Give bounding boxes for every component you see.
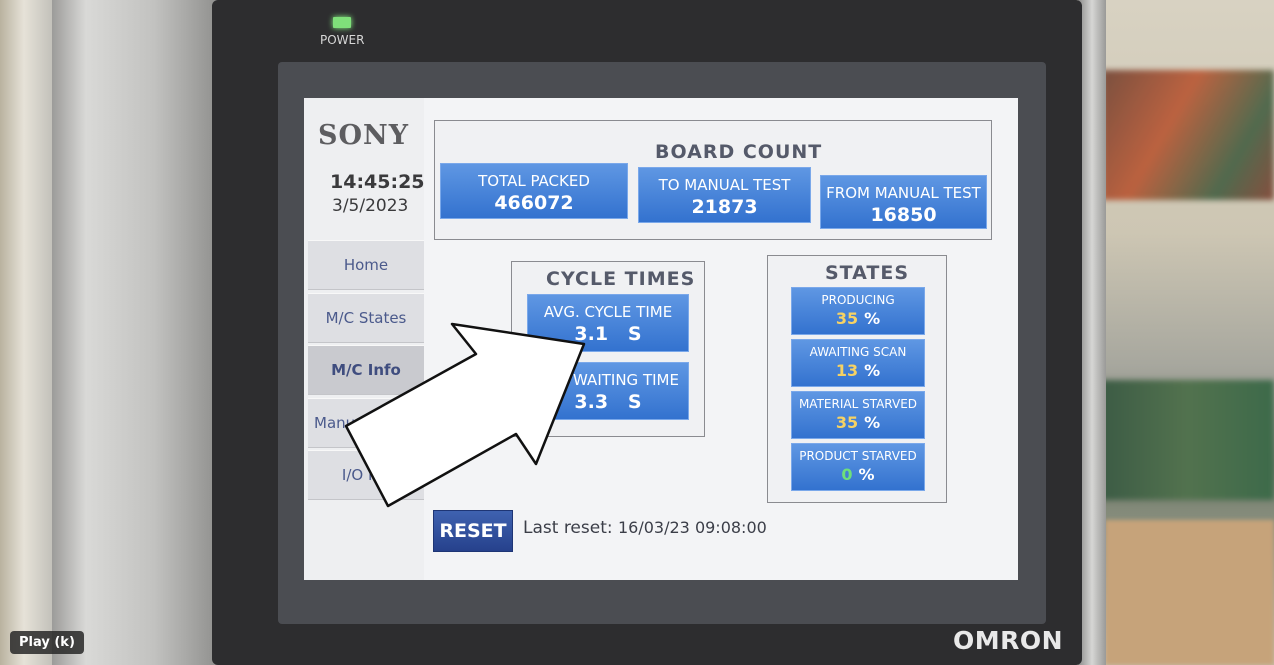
state-unit: % [858, 465, 875, 484]
tile-label: TOTAL PACKED [478, 172, 590, 190]
state-percent: 35 [835, 413, 859, 432]
tile-value-unit: S [627, 391, 642, 413]
reset-button[interactable]: RESET [433, 510, 513, 552]
state-product-starved: PRODUCT STARVED 0% [791, 443, 925, 491]
state-material-starved: MATERIAL STARVED 35% [791, 391, 925, 439]
state-value: 35% [792, 309, 924, 328]
tile-value: 16850 [870, 204, 937, 226]
tile-value-unit: S [627, 323, 642, 345]
state-unit: % [864, 361, 881, 380]
last-reset-value: 16/03/23 09:08:00 [618, 518, 767, 537]
total-packed-tile: TOTAL PACKED 466072 [440, 163, 628, 219]
nav-label: Home [343, 256, 389, 274]
power-led-icon [333, 17, 351, 28]
background-box [1105, 520, 1274, 665]
state-percent: 13 [835, 361, 859, 380]
states-title: STATES [825, 262, 910, 284]
from-manual-test-tile: FROM MANUAL TEST 16850 [820, 175, 987, 229]
sony-logo: SONY [318, 120, 409, 151]
cabinet-frame-right [1078, 0, 1106, 665]
board-count-title: BOARD COUNT [655, 141, 823, 163]
power-label: POWER [320, 33, 365, 47]
state-value: 35% [792, 413, 924, 432]
state-unit: % [864, 413, 881, 432]
states-panel: STATES PRODUCING 35% AWAITING SCAN 13% M… [767, 255, 947, 503]
background-shelf [1100, 380, 1274, 500]
background-left [0, 0, 60, 665]
state-value: 13% [792, 361, 924, 380]
state-label: AWAITING SCAN [809, 345, 907, 359]
omron-logo: OMRON [953, 626, 1064, 655]
cabinet-frame [52, 0, 222, 665]
state-label: PRODUCT STARVED [799, 449, 917, 463]
state-value: 0% [792, 465, 924, 484]
tile-value: 466072 [494, 192, 574, 214]
cycle-times-title: CYCLE TIMES [546, 268, 696, 290]
clock-time: 14:45:25 [330, 171, 425, 193]
state-percent: 35 [835, 309, 859, 328]
state-percent: 0 [841, 465, 853, 484]
board-count-panel: BOARD COUNT TOTAL PACKED 466072 TO MANUA… [434, 120, 992, 240]
tile-label: FROM MANUAL TEST [826, 184, 981, 202]
play-button[interactable]: Play (k) [10, 631, 84, 654]
tile-value: 21873 [691, 196, 758, 218]
tile-label: TO MANUAL TEST [658, 176, 791, 194]
state-label: PRODUCING [821, 293, 895, 307]
state-unit: % [864, 309, 881, 328]
pointer-arrow-icon [344, 322, 586, 508]
to-manual-test-tile: TO MANUAL TEST 21873 [638, 167, 811, 223]
clock-date: 3/5/2023 [332, 196, 409, 216]
state-label: MATERIAL STARVED [798, 397, 918, 411]
state-producing: PRODUCING 35% [791, 287, 925, 335]
nav-home[interactable]: Home [308, 240, 424, 290]
last-reset-label: Last reset: [523, 518, 613, 538]
state-awaiting-scan: AWAITING SCAN 13% [791, 339, 925, 387]
background-poster [1102, 70, 1274, 200]
